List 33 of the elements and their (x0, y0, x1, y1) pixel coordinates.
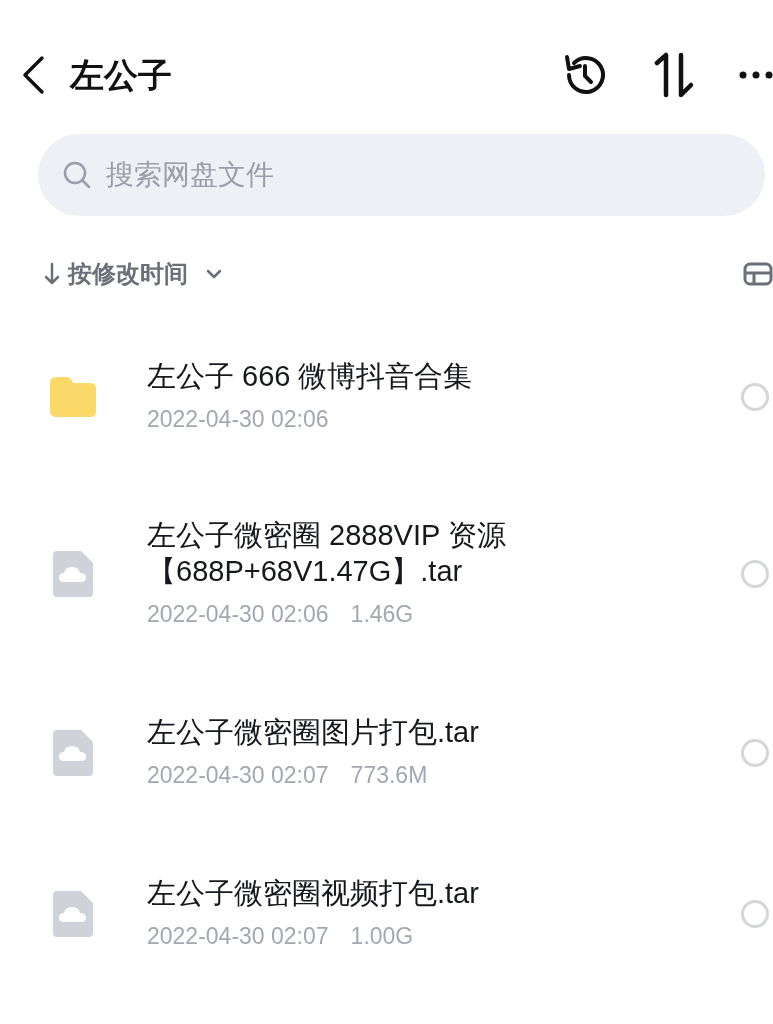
search-icon (62, 160, 92, 190)
sort-icon[interactable] (653, 52, 695, 98)
file-date: 2022-04-30 02:07 (147, 761, 329, 790)
file-date: 2022-04-30 02:06 (147, 600, 329, 630)
folder-icon (50, 377, 96, 418)
file-name: 左公子微密圈图片打包.tar (147, 714, 480, 750)
cloud-file-icon (53, 730, 93, 777)
select-checkbox[interactable] (741, 899, 769, 928)
sort-dropdown[interactable]: 按修改时间 (44, 256, 224, 292)
page-title: 左公子 (70, 54, 172, 96)
select-checkbox[interactable] (741, 560, 769, 589)
file-name: 左公子 666 微博抖音合集 (147, 359, 474, 394)
select-checkbox[interactable] (741, 739, 769, 768)
chevron-down-icon (204, 268, 224, 280)
file-size: 1.46G (350, 600, 414, 630)
file-size: 773.6M (350, 761, 428, 790)
layout-icon[interactable] (743, 262, 773, 286)
file-name: 左公子微密圈视频打包.tar (147, 875, 480, 911)
file-name: 左公子微密圈 2888VIP 资源【688P+68V1.47G】.tar (147, 517, 507, 589)
back-icon[interactable] (20, 55, 46, 95)
file-date: 2022-04-30 02:07 (147, 921, 329, 951)
file-row[interactable]: 左公子微密圈图片打包.tar 2022-04-30 02:07 773.6M (0, 713, 773, 793)
file-row[interactable]: 左公子 666 微博抖音合集 2022-04-30 02:06 (0, 358, 773, 437)
file-row[interactable]: 左公子微密圈视频打包.tar 2022-04-30 02:07 1.00G (0, 874, 773, 954)
cloud-file-icon (53, 890, 93, 937)
file-row[interactable]: 左公子微密圈 2888VIP 资源【688P+68V1.47G】.tar 2022-04-30 02:06 1.46G (0, 516, 773, 632)
file-size: 1.00G (350, 921, 414, 951)
file-date: 2022-04-30 02:06 (147, 405, 329, 435)
arrow-down-icon (44, 262, 60, 286)
more-icon[interactable] (739, 71, 773, 79)
search-field[interactable]: 搜索网盘文件 (38, 134, 765, 216)
cloud-file-icon (53, 551, 93, 598)
select-checkbox[interactable] (741, 383, 769, 412)
